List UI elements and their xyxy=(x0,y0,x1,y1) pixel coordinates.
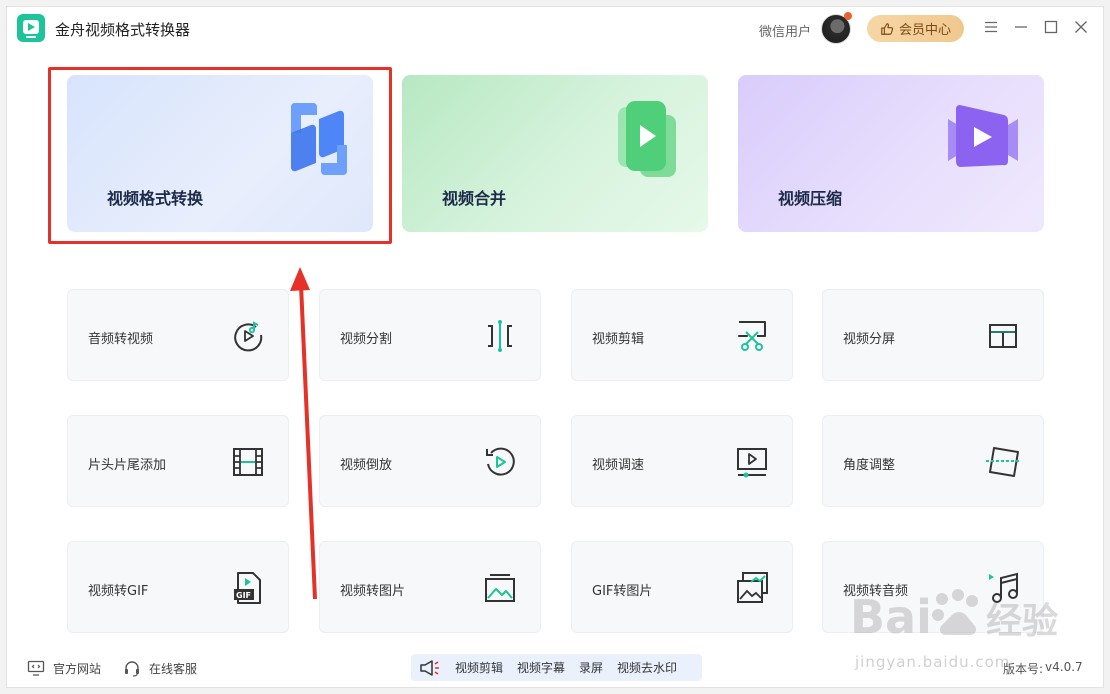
headset-icon xyxy=(125,661,139,677)
tool-label: 视频调速 xyxy=(592,458,645,473)
title-bar: 金舟视频格式转换器 微信用户 会员中心 xyxy=(7,7,1103,51)
app-window: 金舟视频格式转换器 微信用户 会员中心 视频格式转换 视频合并 视频压缩 音频转… xyxy=(6,6,1104,688)
vip-center-button[interactable]: 会员中心 xyxy=(867,15,964,42)
tool-intro-outro[interactable]: 片头片尾添加 xyxy=(67,415,289,507)
compress-video-icon xyxy=(948,105,1018,167)
version-label: 版本号: xyxy=(1003,662,1044,676)
format-convert-icon xyxy=(291,103,347,175)
close-icon xyxy=(1075,21,1087,33)
tool-label: 视频剪辑 xyxy=(592,332,645,347)
tool-rotate[interactable]: 角度调整 xyxy=(822,415,1044,507)
tool-gif-to-image[interactable]: GIF转图片 xyxy=(571,541,793,633)
maximize-button[interactable] xyxy=(1041,17,1061,37)
monitor-icon xyxy=(27,660,45,676)
tool-speed[interactable]: 视频调速 xyxy=(571,415,793,507)
gif-to-image-icon xyxy=(737,572,768,603)
close-button[interactable] xyxy=(1071,17,1091,37)
film-icon xyxy=(233,448,263,476)
tool-label: 视频转图片 xyxy=(340,584,406,599)
tool-reverse[interactable]: 视频倒放 xyxy=(319,415,541,507)
thumbs-up-icon xyxy=(881,22,894,35)
maximize-icon xyxy=(1044,20,1058,34)
tool-video-to-gif[interactable]: 视频转GIF GIF xyxy=(67,541,289,633)
tool-label: GIF转图片 xyxy=(592,584,653,599)
merge-video-icon xyxy=(618,101,676,177)
watermark-url: jingyan.baidu.com xyxy=(855,653,1011,671)
online-support-link[interactable]: 在线客服 xyxy=(123,659,197,677)
user-name[interactable]: 微信用户 xyxy=(759,21,811,40)
avatar[interactable] xyxy=(821,12,852,44)
version-info: 版本号: v4.0.7 xyxy=(1003,660,1083,677)
tool-split-screen[interactable]: 视频分屏 xyxy=(822,289,1044,381)
speed-icon xyxy=(737,448,767,478)
tool-label: 视频转音频 xyxy=(843,584,909,599)
tool-split[interactable]: 视频分割 xyxy=(319,289,541,381)
feature-card-merge[interactable]: 视频合并 xyxy=(402,75,708,232)
tool-audio-to-video[interactable]: 音频转视频 xyxy=(67,289,289,381)
online-support-label: 在线客服 xyxy=(149,661,198,676)
rotate-icon xyxy=(986,447,1020,477)
tool-video-to-audio[interactable]: 视频转音频 xyxy=(822,541,1044,633)
app-logo-icon xyxy=(17,14,45,42)
feature-label: 视频压缩 xyxy=(778,189,843,208)
feature-card-format-convert[interactable]: 视频格式转换 xyxy=(67,75,373,232)
tool-video-to-image[interactable]: 视频转图片 xyxy=(319,541,541,633)
audio-to-video-icon xyxy=(234,321,263,352)
promo-link-remove-watermark[interactable]: 视频去水印 xyxy=(617,659,677,676)
split-icon xyxy=(488,320,512,352)
feature-label: 视频合并 xyxy=(442,189,507,208)
megaphone-icon xyxy=(420,659,439,676)
promo-bar: 视频剪辑 视频字幕 录屏 视频去水印 xyxy=(411,654,702,681)
minimize-button[interactable] xyxy=(1011,17,1031,37)
music-icon xyxy=(989,572,1018,603)
menu-button[interactable] xyxy=(981,17,1001,37)
tool-label: 视频转GIF xyxy=(88,584,149,599)
promo-link-subtitles[interactable]: 视频字幕 xyxy=(517,659,565,676)
tool-label: 片头片尾添加 xyxy=(88,458,167,473)
feature-card-compress[interactable]: 视频压缩 xyxy=(738,75,1044,232)
scissors-icon xyxy=(738,321,766,351)
promo-link-video-edit[interactable]: 视频剪辑 xyxy=(455,659,503,676)
app-title: 金舟视频格式转换器 xyxy=(55,21,191,39)
rewind-icon xyxy=(486,447,515,476)
tool-label: 视频倒放 xyxy=(340,458,393,473)
split-screen-icon xyxy=(989,324,1017,348)
vip-center-label: 会员中心 xyxy=(898,23,951,38)
official-website-label: 官方网站 xyxy=(53,661,102,676)
tool-label: 视频分割 xyxy=(340,332,393,347)
official-website-link[interactable]: 官方网站 xyxy=(27,659,101,677)
image-icon xyxy=(485,574,515,602)
version-number: v4.0.7 xyxy=(1045,660,1083,674)
tool-label: 音频转视频 xyxy=(88,332,154,347)
promo-link-screen-record[interactable]: 录屏 xyxy=(579,659,603,676)
tool-cut[interactable]: 视频剪辑 xyxy=(571,289,793,381)
hamburger-icon xyxy=(985,21,997,33)
gif-icon: GIF xyxy=(234,572,261,604)
svg-text:GIF: GIF xyxy=(236,591,251,600)
tool-label: 视频分屏 xyxy=(843,332,896,347)
tool-label: 角度调整 xyxy=(843,458,896,473)
minimize-icon xyxy=(1015,26,1027,28)
feature-label: 视频格式转换 xyxy=(107,189,204,208)
